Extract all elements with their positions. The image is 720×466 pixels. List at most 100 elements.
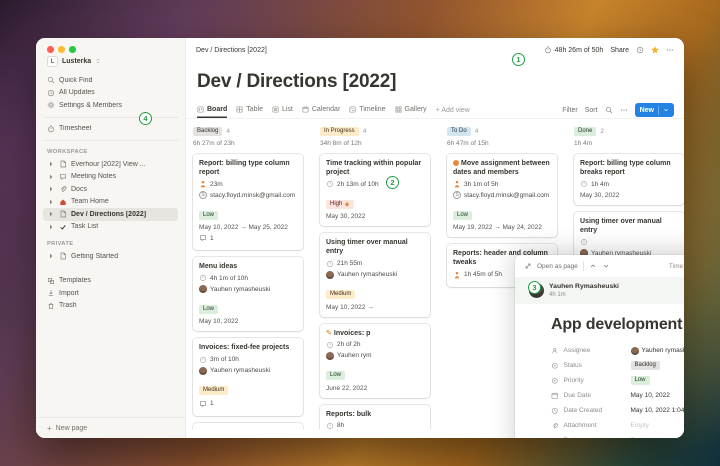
updates-icon[interactable] xyxy=(636,46,644,54)
card-tracked-time: 1h 45m of 5h xyxy=(464,271,502,278)
tab-timeline[interactable]: Timeline xyxy=(349,102,385,118)
sidebar-item-everhour-2022-view[interactable]: Everhour [2022] View ... xyxy=(43,158,178,171)
tab-label: List xyxy=(282,106,293,113)
sidebar-item-dev-directions-2022[interactable]: Dev / Directions [2022] xyxy=(43,208,178,221)
card-title: ✎Invoices: p xyxy=(326,329,424,338)
annotation-4: 4 xyxy=(139,112,152,125)
card-title: Using timer over manual entry xyxy=(580,217,678,235)
card-title: Internal projects: assignee xyxy=(199,428,297,429)
property-label: Due Date xyxy=(564,392,626,399)
card-tracked-time: 3h 1m of 5h xyxy=(464,181,498,188)
sidebar-item-label: Team Home xyxy=(71,198,109,205)
more-options-icon[interactable] xyxy=(666,46,674,54)
sidebar-item-label: Quick Find xyxy=(59,77,92,84)
card-tracked-time: 4h 1m of 10h xyxy=(210,275,248,282)
status-badge: Backlog xyxy=(631,361,660,370)
sidebar-item-all-updates[interactable]: All Updates xyxy=(43,87,178,100)
board-card[interactable]: Invoices: fixed-fee projects3m of 10hYau… xyxy=(193,338,303,415)
property-value[interactable]: May 10, 2022 1:04 PM xyxy=(631,407,685,414)
sidebar-item-label: Dev / Directions [2022] xyxy=(71,211,146,218)
priority-badge: High xyxy=(326,200,354,209)
timer-idle-icon xyxy=(326,260,334,268)
page-icon xyxy=(59,210,67,218)
property-row-status: Status Backlog xyxy=(551,358,684,373)
card-date: May 10, 2022 → May 25, 2022 xyxy=(199,224,297,231)
sidebar-item-import[interactable]: Import xyxy=(43,287,178,300)
person-icon xyxy=(551,347,559,355)
paperclip-icon xyxy=(551,422,559,430)
status-icon xyxy=(551,362,559,370)
favorite-star-icon[interactable] xyxy=(651,46,659,54)
sidebar-item-label: Docs xyxy=(71,186,87,193)
board-card[interactable]: Report: billing type column breaks repor… xyxy=(574,154,684,205)
workspace-logo: L xyxy=(47,56,58,67)
sidebar-item-task-list[interactable]: Task List xyxy=(43,221,178,234)
private-section-label: PRIVATE xyxy=(47,241,174,247)
house-icon xyxy=(59,198,67,206)
board-card[interactable]: Using timer over manual entry21h 55mYauh… xyxy=(320,233,430,316)
tab-label: Gallery xyxy=(405,106,427,113)
maximize-window-icon[interactable] xyxy=(69,46,76,53)
comment-icon xyxy=(199,400,207,408)
sidebar-item-quick-find[interactable]: Quick Find xyxy=(43,74,178,87)
filter-button[interactable]: Filter xyxy=(562,107,578,114)
sidebar-item-trash[interactable]: Trash xyxy=(43,300,178,313)
tab-calendar[interactable]: Calendar xyxy=(302,102,340,118)
add-view-button[interactable]: + Add view xyxy=(436,107,470,114)
everhour-page-timer[interactable]: 48h 26m of 50h xyxy=(544,46,604,54)
open-as-page-icon[interactable] xyxy=(524,262,532,270)
timer-idle-icon xyxy=(326,341,334,349)
priority-badge: Medium xyxy=(199,386,228,395)
timer-user-name: Yauhen Rymasheuski xyxy=(549,283,619,291)
property-label: Date Created xyxy=(564,407,626,414)
next-task-icon[interactable] xyxy=(602,262,610,270)
property-row-due-date: Due Date May 10, 2022 xyxy=(551,388,684,403)
minimize-window-icon[interactable] xyxy=(58,46,65,53)
property-label: Status xyxy=(564,362,626,369)
property-value[interactable]: Backlog xyxy=(631,361,660,370)
sidebar-item-team-home[interactable]: Team Home xyxy=(43,196,178,209)
workspace-switcher[interactable]: L Lusterka xyxy=(43,54,178,68)
tab-table[interactable]: Table xyxy=(236,102,263,118)
property-value[interactable]: Empty xyxy=(631,437,649,438)
board-card[interactable]: Internal projects: assignee2h of 3hSstac… xyxy=(193,423,303,429)
card-date: May 10, 2022 xyxy=(199,318,297,325)
property-value[interactable]: Empty xyxy=(631,422,649,429)
open-as-page-button[interactable]: Open as page xyxy=(537,263,578,270)
time-tracked[interactable]: Time: 4h 1m xyxy=(669,263,684,270)
search-icon[interactable] xyxy=(605,106,613,114)
view-more-icon[interactable] xyxy=(620,106,628,114)
card-assignee: Yauhen rym xyxy=(337,352,372,359)
sidebar-item-getting-started[interactable]: Getting Started xyxy=(43,250,178,263)
sidebar-item-label: Task List xyxy=(71,223,98,230)
board-card[interactable]: Report: billing type column report23mSst… xyxy=(193,154,303,250)
breadcrumb[interactable]: Dev / Directions [2022] xyxy=(196,47,267,54)
board-card[interactable]: ✎Invoices: p2h of 2hYauhen rymLowJune 22… xyxy=(320,324,430,398)
sort-button[interactable]: Sort xyxy=(585,107,598,114)
tab-board[interactable]: Board xyxy=(197,102,227,118)
avatar: S xyxy=(199,191,207,199)
board-card[interactable]: Move assignment between dates and member… xyxy=(447,154,557,237)
prev-task-icon[interactable] xyxy=(589,262,597,270)
property-value[interactable]: May 10, 2022 xyxy=(631,392,670,399)
card-tracked-time: 3m of 10h xyxy=(210,356,239,363)
new-button[interactable]: New xyxy=(635,103,674,117)
sidebar-item-docs[interactable]: Docs xyxy=(43,183,178,196)
board-card[interactable]: Menu ideas4h 1m of 10hYauhen rymasheuski… xyxy=(193,257,303,331)
sidebar-item-timesheet[interactable]: Timesheet xyxy=(43,123,178,136)
sidebar-item-settings-members[interactable]: Settings & Members xyxy=(43,99,178,112)
sidebar-item-meeting-notes[interactable]: Meeting Notes xyxy=(43,171,178,184)
property-value[interactable]: Yauhen rymasheuski xyxy=(631,347,685,355)
property-row-assignee: AssigneeYauhen rymasheuski xyxy=(551,343,684,358)
property-value[interactable]: Low xyxy=(631,376,650,385)
close-window-icon[interactable] xyxy=(47,46,54,53)
board-card[interactable]: Time tracking within popular project2h 1… xyxy=(320,154,430,226)
annotation-3: 3 xyxy=(528,281,541,294)
plus-icon: + xyxy=(47,424,52,433)
board-card[interactable]: Reports: bulk8hYauhen rymJune 29, 2022 xyxy=(320,405,430,429)
sidebar-item-templates[interactable]: Templates xyxy=(43,275,178,288)
tab-list[interactable]: List xyxy=(272,102,293,118)
share-button[interactable]: Share xyxy=(610,47,629,54)
tab-gallery[interactable]: Gallery xyxy=(395,102,427,118)
new-page-button[interactable]: + New page xyxy=(36,417,185,438)
